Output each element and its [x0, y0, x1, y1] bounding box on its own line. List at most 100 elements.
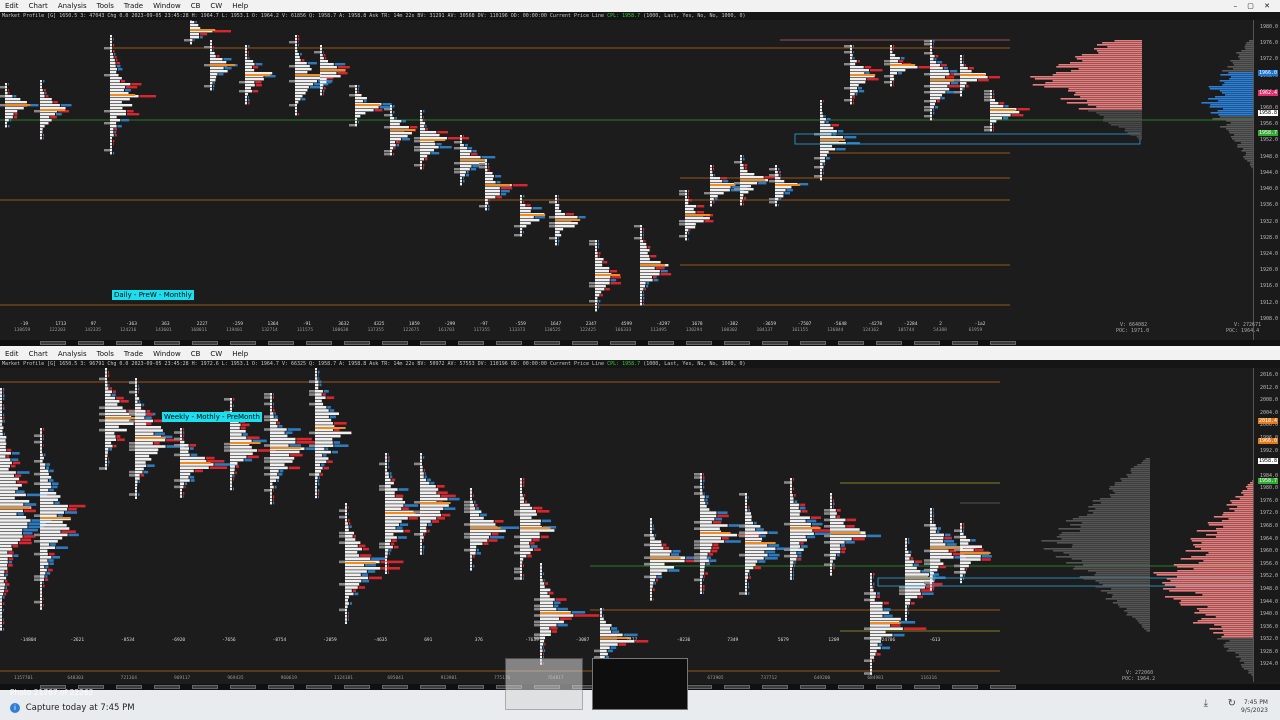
chart-tab[interactable]: [458, 685, 484, 689]
profile-bar: [700, 492, 703, 495]
chart-tab[interactable]: [686, 685, 712, 689]
chart-tab[interactable]: [876, 341, 902, 345]
menu-chart-2[interactable]: Chart: [24, 350, 53, 358]
top-price-axis[interactable]: 1980.01976.01972.01968.01964.01960.01956…: [1253, 20, 1280, 340]
chart-tab[interactable]: [762, 685, 788, 689]
chart-tab[interactable]: [724, 341, 750, 345]
profile-bar: [745, 496, 747, 499]
delta-bar: [610, 279, 617, 282]
chart-tab[interactable]: [344, 685, 370, 689]
profile-bar: [700, 476, 702, 479]
menu-cb[interactable]: CB: [186, 2, 206, 10]
chart-tab[interactable]: [990, 341, 1016, 345]
thumbnail-current[interactable]: [592, 658, 688, 710]
menu-help-2[interactable]: Help: [227, 350, 253, 358]
menu-cb-2[interactable]: CB: [186, 350, 206, 358]
profile-bar: [40, 453, 43, 457]
menu-window-2[interactable]: Window: [148, 350, 186, 358]
chart-tab[interactable]: [496, 341, 522, 345]
volume-bar: [924, 73, 930, 76]
menu-edit[interactable]: Edit: [0, 2, 24, 10]
chart-tab[interactable]: [420, 341, 446, 345]
delta-bar: [108, 464, 109, 467]
chart-tab[interactable]: [534, 341, 560, 345]
chart-tab[interactable]: [990, 685, 1016, 689]
chart-tab[interactable]: [78, 341, 104, 345]
chart-tab[interactable]: [838, 685, 864, 689]
window-controls[interactable]: – ▢ ✕: [1229, 2, 1280, 10]
chart-tab[interactable]: [306, 341, 332, 345]
chart-tab[interactable]: [952, 685, 978, 689]
chart-tab[interactable]: [40, 341, 66, 345]
volume-bar: [339, 531, 345, 535]
menu-tools[interactable]: Tools: [92, 2, 119, 10]
profile-bar: [820, 145, 833, 148]
menu-cw-2[interactable]: CW: [205, 350, 227, 358]
chart-tab[interactable]: [952, 341, 978, 345]
chart-tab[interactable]: [724, 685, 750, 689]
chart-tab[interactable]: [268, 685, 294, 689]
chart-tab[interactable]: [648, 341, 674, 345]
menu-tools-2[interactable]: Tools: [92, 350, 119, 358]
chart-tab[interactable]: [306, 685, 332, 689]
menu-chart[interactable]: Chart: [24, 2, 53, 10]
price-axis-label: 2012.0: [1259, 384, 1278, 391]
chart-tab[interactable]: [800, 341, 826, 345]
bottom-chart-annotation[interactable]: Weekly - Mothly - PreMonth: [162, 412, 262, 422]
chart-tab[interactable]: [420, 685, 446, 689]
menu-cw[interactable]: CW: [205, 2, 227, 10]
menu-trade[interactable]: Trade: [119, 2, 148, 10]
profile-bar: [270, 498, 272, 502]
chart-tab[interactable]: [230, 341, 256, 345]
profile-bar: [110, 104, 133, 107]
chart-tab[interactable]: [762, 341, 788, 345]
rotate-icon[interactable]: ↻: [1228, 698, 1236, 709]
chart-tab[interactable]: [268, 341, 294, 345]
menu-analysis[interactable]: Analysis: [53, 2, 92, 10]
thumbnail-previous[interactable]: [505, 658, 583, 710]
profile-bar: [135, 419, 154, 423]
chart-tab[interactable]: [344, 341, 370, 345]
info-icon[interactable]: i: [10, 703, 20, 713]
menu-help[interactable]: Help: [227, 2, 253, 10]
side-profile-bar: [1225, 128, 1254, 130]
profile-bar: [270, 431, 285, 434]
bottom-chart-pane[interactable]: Edit Chart Analysis Tools Trade Window C…: [0, 348, 1280, 690]
chart-tab[interactable]: [154, 685, 180, 689]
chart-tab[interactable]: [686, 341, 712, 345]
chart-tab[interactable]: [610, 341, 636, 345]
menu-edit-2[interactable]: Edit: [0, 350, 24, 358]
volume-bar: [694, 553, 700, 556]
chart-tab[interactable]: [838, 341, 864, 345]
profile-bar: [520, 561, 523, 564]
menu-trade-2[interactable]: Trade: [119, 350, 148, 358]
bottom-price-axis[interactable]: 2016.02012.02008.02004.02000.01996.01992…: [1253, 368, 1280, 682]
top-chart-pane[interactable]: Edit Chart Analysis Tools Trade Window C…: [0, 0, 1280, 348]
delta-bar: [325, 447, 329, 451]
volume-bar: [864, 637, 870, 640]
chart-tab[interactable]: [192, 685, 218, 689]
delta-bar: [646, 282, 650, 285]
chart-tab[interactable]: [458, 341, 484, 345]
side-profile-bar: [1197, 620, 1254, 622]
chart-tab[interactable]: [382, 685, 408, 689]
chart-tab[interactable]: [230, 685, 256, 689]
chart-tab[interactable]: [914, 685, 940, 689]
profile-bar: [520, 545, 530, 548]
chart-tab[interactable]: [116, 341, 142, 345]
chart-tab[interactable]: [800, 685, 826, 689]
download-icon[interactable]: ⤓: [1204, 698, 1208, 709]
chart-tab[interactable]: [154, 341, 180, 345]
chart-tab[interactable]: [192, 341, 218, 345]
top-chart-annotation[interactable]: Daily - PreW - Monthly: [112, 290, 194, 300]
chart-tab[interactable]: [876, 685, 902, 689]
menu-analysis-2[interactable]: Analysis: [53, 350, 92, 358]
chart-tab[interactable]: [116, 685, 142, 689]
delta-bar: [974, 548, 984, 552]
chart-tab[interactable]: [572, 341, 598, 345]
profile-bar: [640, 243, 647, 246]
delta-bar: [688, 193, 689, 196]
menu-window[interactable]: Window: [148, 2, 186, 10]
chart-tab[interactable]: [382, 341, 408, 345]
chart-tab[interactable]: [914, 341, 940, 345]
